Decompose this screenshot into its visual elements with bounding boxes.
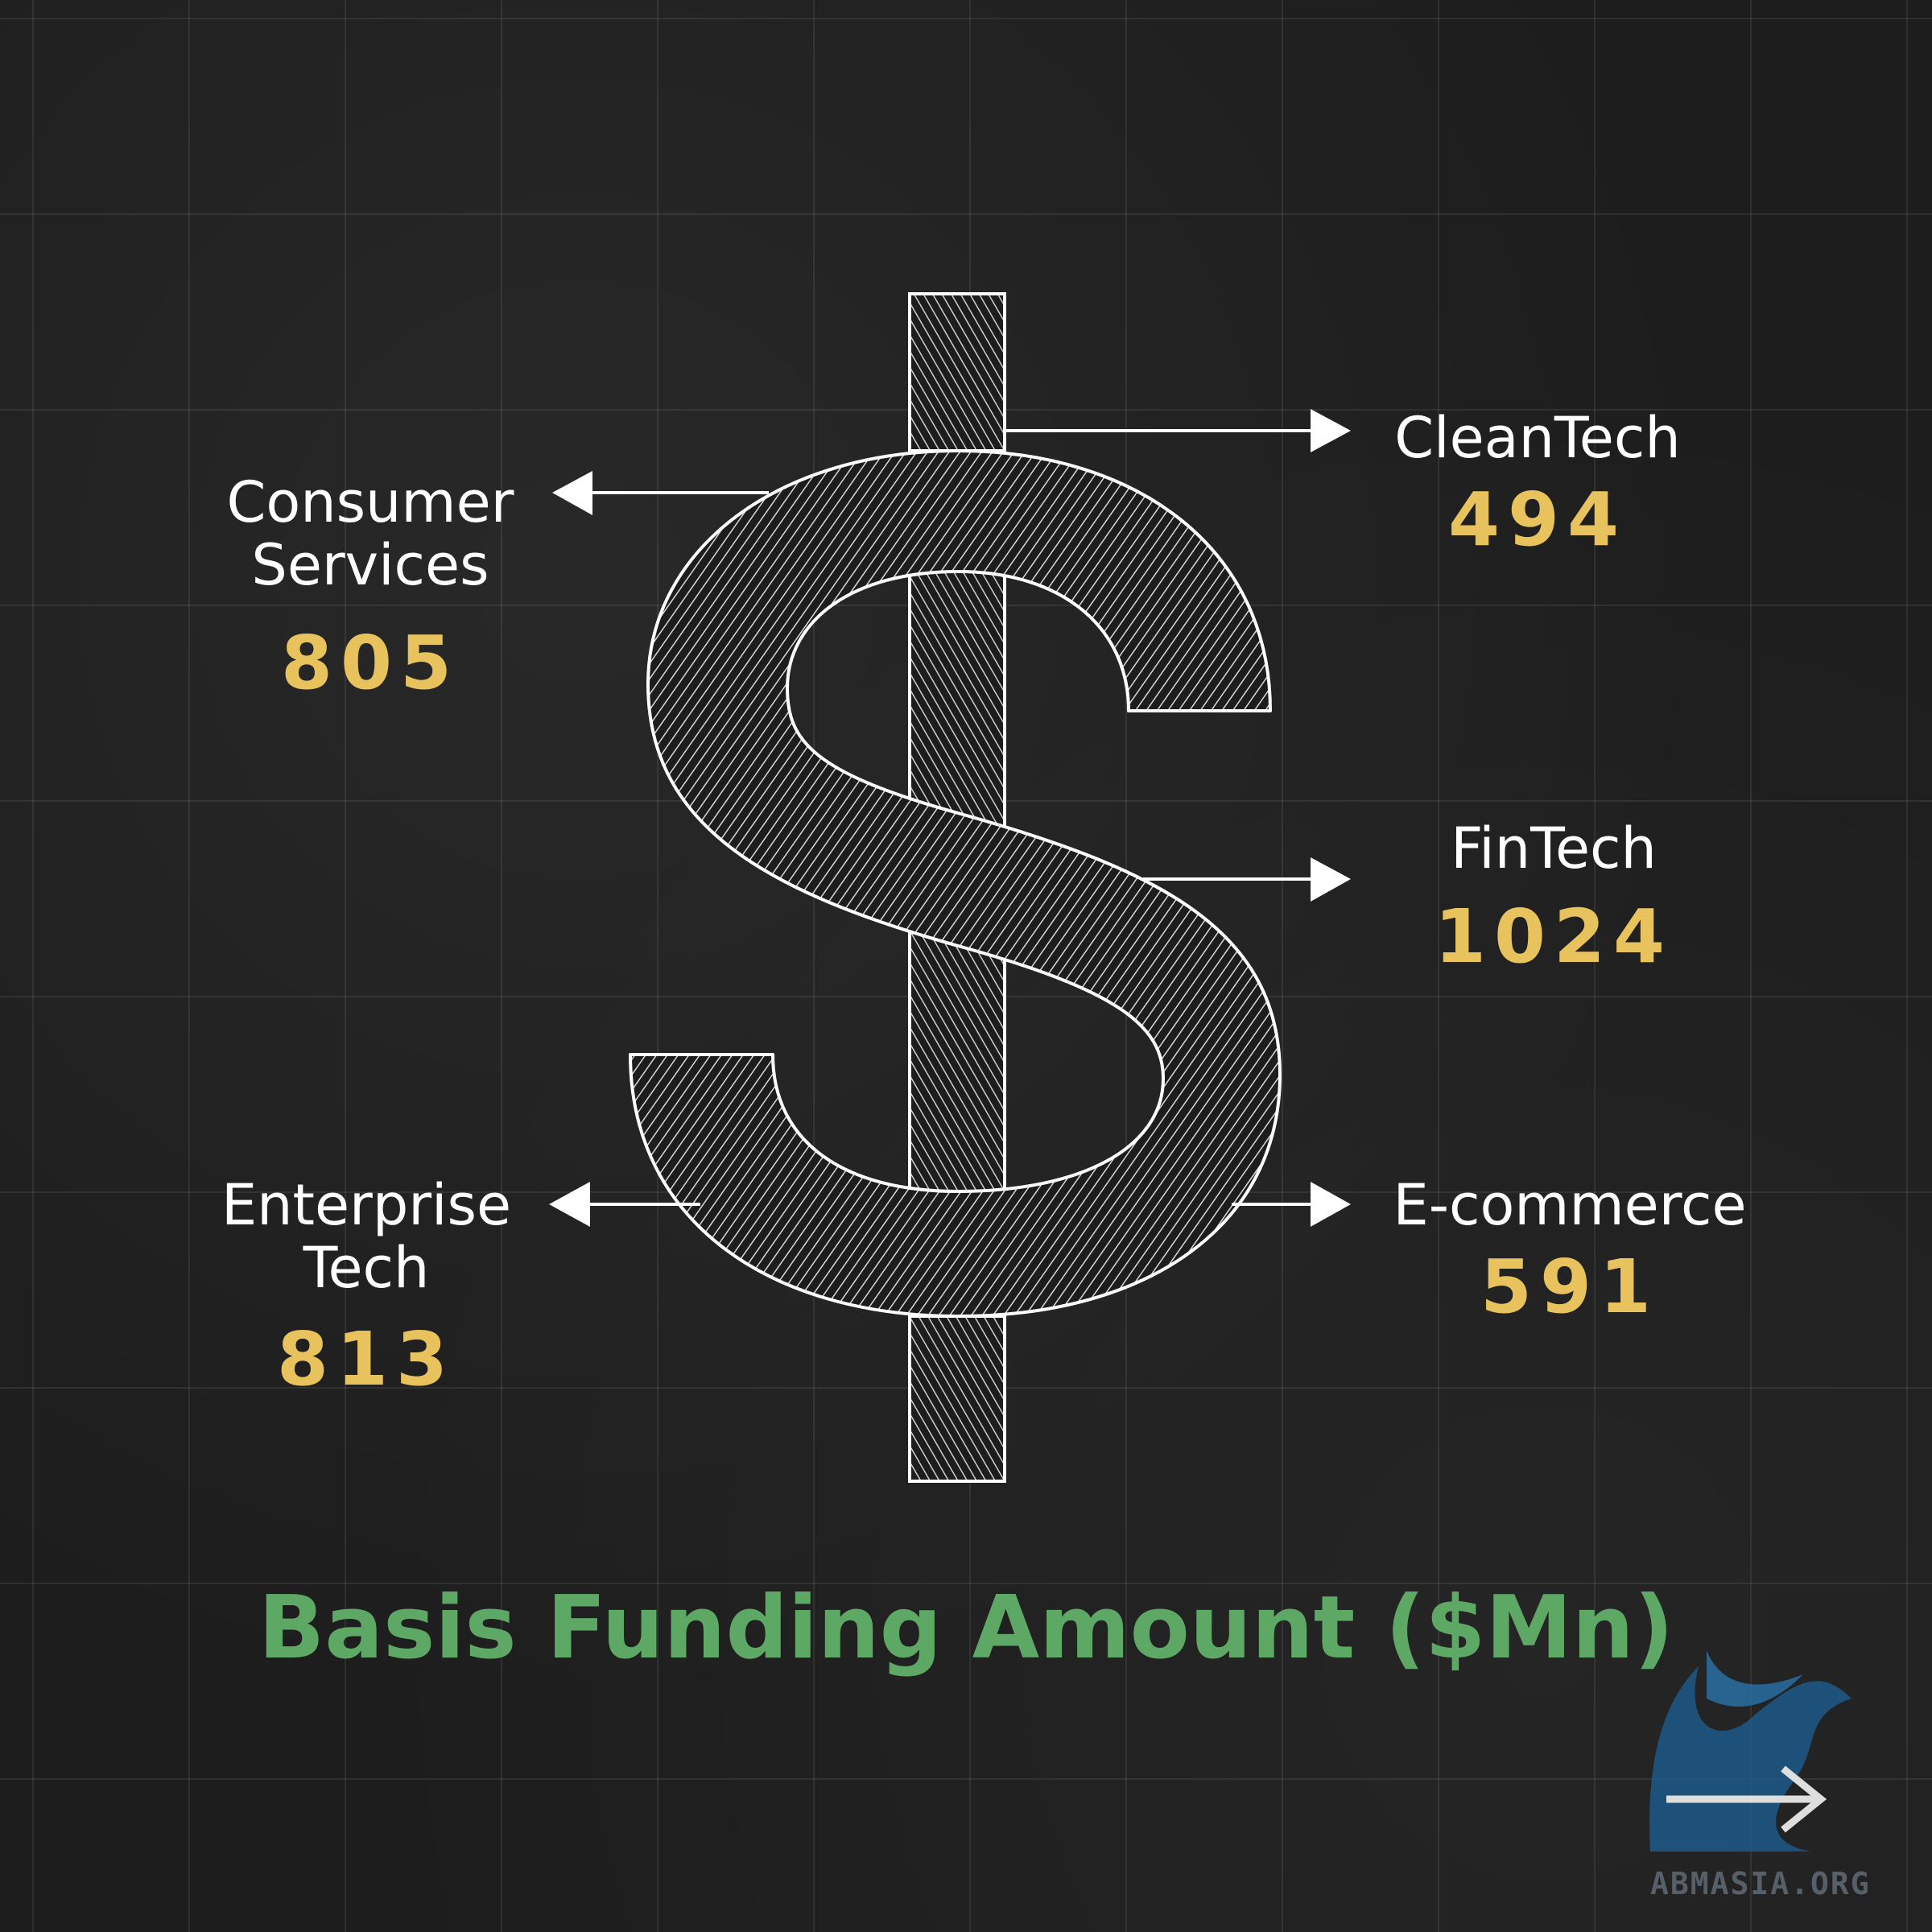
value-cleantech: 494: [1447, 477, 1628, 563]
griffin-logo-icon: [1649, 1650, 1852, 1852]
logo-text: ABMASIA.ORG: [1650, 1866, 1871, 1901]
chart-title: Basis Funding Amount ($Mn): [258, 1578, 1674, 1678]
value-consumer-services: 805: [280, 620, 460, 706]
arrow-cleantech: [1005, 409, 1351, 452]
value-ecommerce: 591: [1480, 1244, 1660, 1330]
label-enterprise-tech: Enterprise Tech: [181, 1174, 551, 1299]
label-enterprise-line2: Tech: [303, 1235, 430, 1301]
value-fintech: 1024: [1434, 894, 1674, 980]
dollar-bar-bottom: [908, 1315, 1006, 1483]
label-consumer-line1: Consumer: [226, 469, 514, 535]
label-fintech: FinTech: [1451, 815, 1657, 881]
label-enterprise-line1: Enterprise: [221, 1172, 512, 1238]
dollar-bar-top: [908, 292, 1006, 452]
label-cleantech: CleanTech: [1394, 405, 1681, 471]
arrow-fintech: [1143, 857, 1351, 902]
arrow-consumer-services: [552, 471, 769, 515]
infographic-canvas: CleanTech 494 Consumer Services 805 FinT…: [0, 0, 1932, 1932]
label-consumer-services: Consumer Services: [185, 471, 555, 597]
label-consumer-line2: Services: [251, 532, 489, 598]
value-enterprise-tech: 813: [276, 1316, 456, 1402]
label-ecommerce: E-commerce: [1393, 1172, 1747, 1238]
